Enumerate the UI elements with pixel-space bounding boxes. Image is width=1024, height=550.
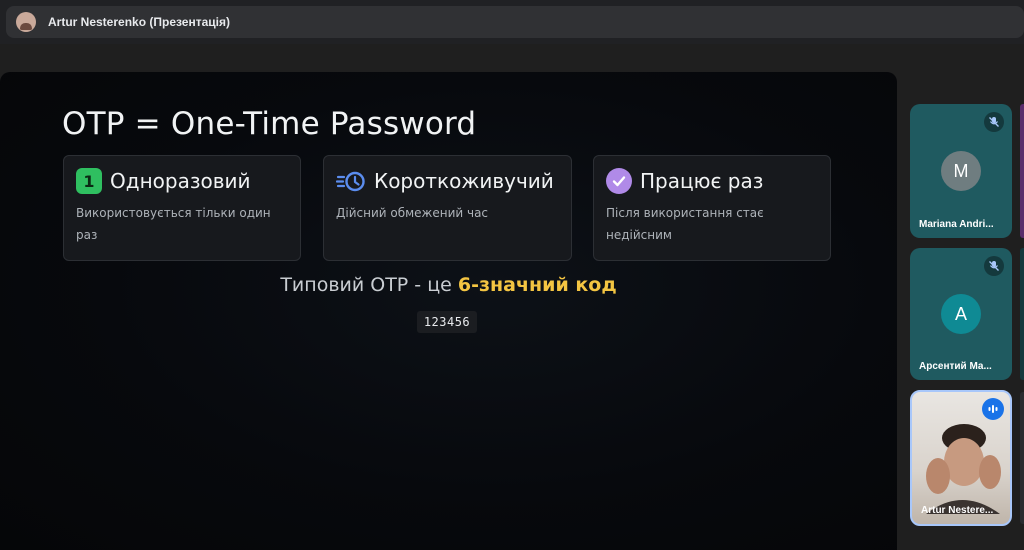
- example-otp-code: 123456: [417, 311, 477, 333]
- card-description: Використовується тільки один раз: [76, 202, 288, 246]
- presentation-stage: OTP = One-Time Password 1 Одноразовий Ви…: [0, 72, 897, 550]
- typical-otp-text: Типовий OTP - це 6-значний код: [0, 274, 897, 296]
- card-description-line: Дійсний обмежений час: [336, 206, 489, 220]
- speaker-video-placeholder: [922, 414, 1002, 514]
- slide-title: OTP = One-Time Password: [62, 106, 477, 142]
- meeting-top-bar: Artur Nesterenko (Презентація): [0, 0, 1024, 44]
- check-circle-icon: [606, 168, 632, 194]
- mic-off-icon: [984, 256, 1004, 276]
- participant-tile[interactable]: M Mariana Andri...: [910, 104, 1012, 238]
- offscreen-tile-edge: [1020, 248, 1024, 380]
- presenter-title: Artur Nesterenko (Презентація): [48, 15, 230, 29]
- card-one-time: 1 Одноразовий Використовується тільки од…: [63, 155, 301, 261]
- participant-avatar: M: [941, 151, 981, 191]
- presenter-banner[interactable]: Artur Nesterenko (Презентація): [6, 6, 1024, 38]
- card-works-once: Працює раз Після використання стає недій…: [593, 155, 831, 261]
- mic-off-icon: [984, 112, 1004, 132]
- card-description-line: Після використання стає: [606, 206, 764, 220]
- card-description-line: недійсним: [606, 228, 672, 242]
- card-title: Працює раз: [640, 169, 764, 193]
- card-description: Після використання стає недійсним: [606, 202, 818, 246]
- offscreen-tile-edge: [1020, 392, 1024, 524]
- presenter-avatar: [16, 12, 36, 32]
- card-short-lived: Короткоживучий Дійсний обмежений час: [323, 155, 572, 261]
- card-description: Дійсний обмежений час: [336, 202, 559, 224]
- typical-otp-highlight: 6-значний код: [457, 274, 617, 296]
- typical-otp-prefix: Типовий OTP - це: [280, 274, 458, 296]
- audio-level-icon: [982, 398, 1004, 420]
- participant-tile-active-speaker[interactable]: Artur Nestere...: [910, 390, 1012, 526]
- participant-name: Artur Nestere...: [921, 505, 994, 516]
- clock-history-icon: [336, 168, 366, 194]
- participant-tile[interactable]: A Арсентий Ма...: [910, 248, 1012, 380]
- card-description-line: Використовується тільки один раз: [76, 206, 271, 242]
- participant-name: Арсентий Ма...: [919, 361, 992, 372]
- participant-name: Mariana Andri...: [919, 219, 994, 230]
- card-title: Короткоживучий: [374, 169, 554, 193]
- offscreen-tile-edge: [1020, 104, 1024, 238]
- number-one-icon: 1: [76, 168, 102, 194]
- participant-avatar: A: [941, 294, 981, 334]
- card-title: Одноразовий: [110, 169, 251, 193]
